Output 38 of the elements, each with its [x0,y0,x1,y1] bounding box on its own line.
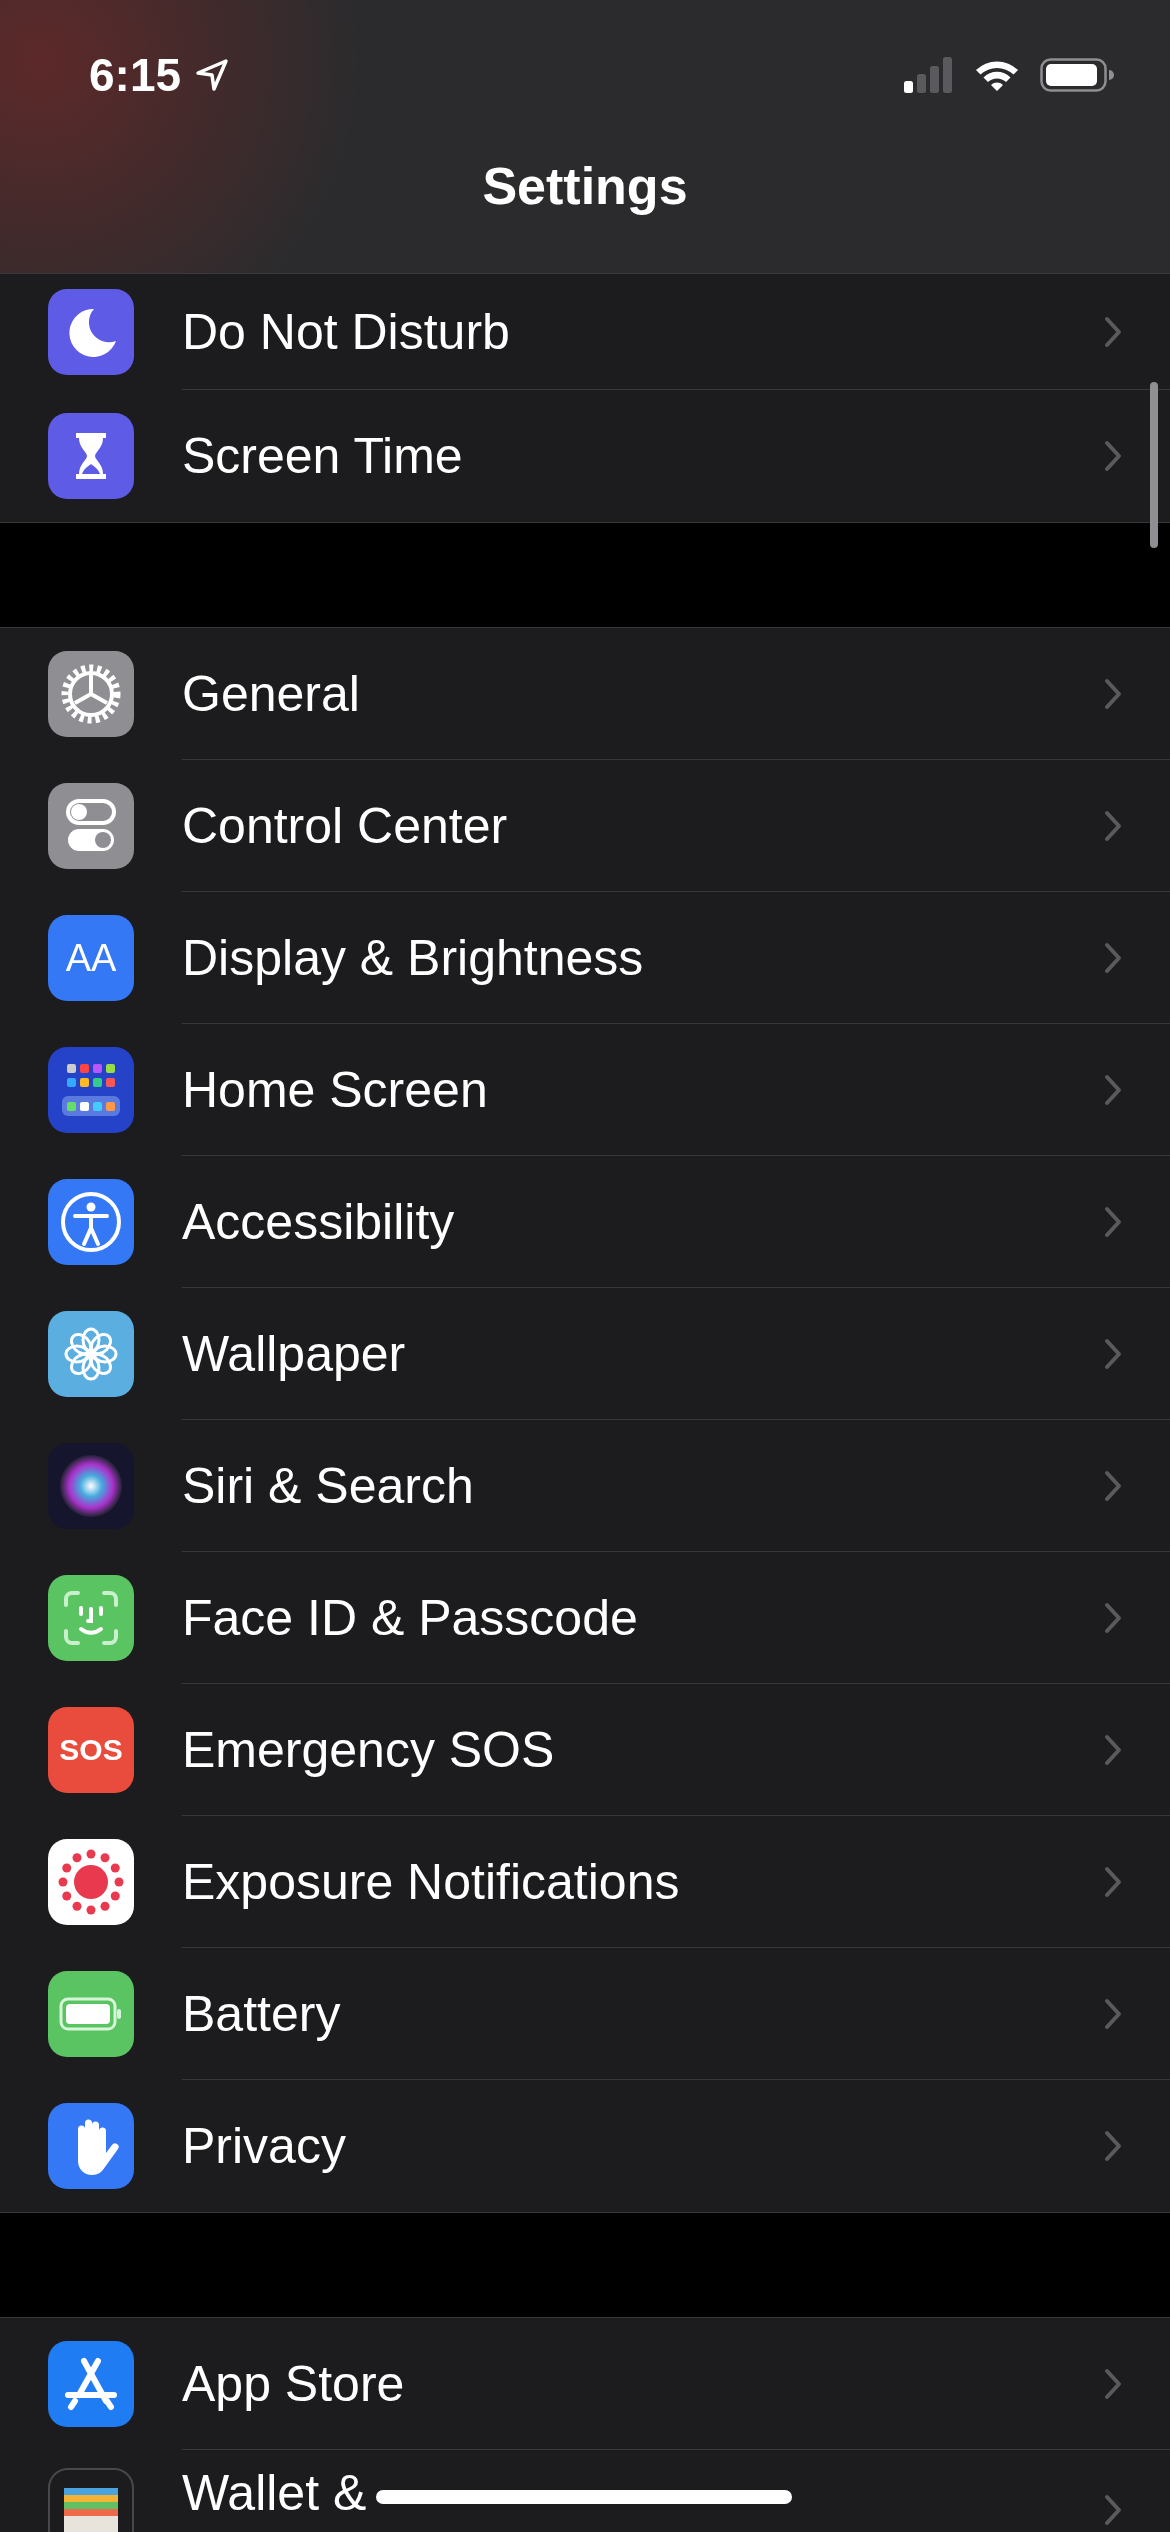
chevron-icon [1104,1998,1122,2030]
battery-status-icon [1040,58,1114,92]
status-time: 6:15 [89,48,182,102]
chevron-icon [1104,678,1122,710]
sun-dots-icon [48,1839,134,1925]
gear-icon [48,651,134,737]
app-store-icon [48,2341,134,2427]
chevron-icon [1104,1074,1122,1106]
moon-icon [48,289,134,375]
chevron-icon [1104,1338,1122,1370]
chevron-icon [1104,440,1122,472]
chevron-icon [1104,1470,1122,1502]
app-grid-icon [48,1047,134,1133]
chevron-icon [1104,942,1122,974]
hourglass-icon [48,413,134,499]
accessibility-icon [48,1179,134,1265]
chevron-icon [1104,2130,1122,2162]
orb-icon [48,1443,134,1529]
chevron-icon [1104,2368,1122,2400]
chevron-icon [1104,810,1122,842]
location-arrow-icon [195,58,230,92]
page-title: Settings [482,156,688,216]
sos-icon: SOS [48,1707,134,1793]
chevron-icon [1104,316,1122,348]
chevron-icon [1104,1734,1122,1766]
hand-icon [48,2103,134,2189]
face-id-icon [48,1575,134,1661]
flower-icon [48,1311,134,1397]
chevron-icon [1104,1866,1122,1898]
toggle-icon [48,783,134,869]
chevron-icon [1104,2494,1122,2526]
battery-icon [48,1971,134,2057]
chevron-icon [1104,1206,1122,1238]
signal-icon [904,57,954,93]
wallet-icon [48,2468,134,2532]
wifi-icon [974,58,1020,92]
text-size-icon: AA [48,915,134,1001]
chevron-icon [1104,1602,1122,1634]
